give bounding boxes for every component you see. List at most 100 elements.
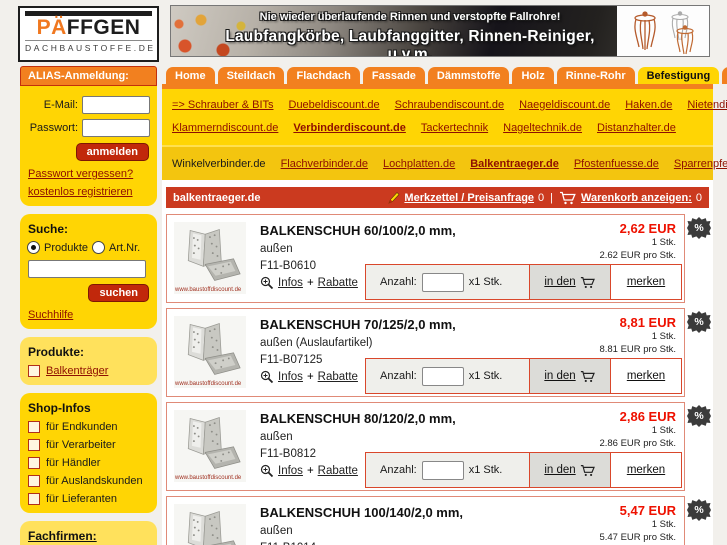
search-help-link[interactable]: Suchhilfe bbox=[28, 309, 149, 321]
forgot-password-link[interactable]: Passwort vergessen? bbox=[28, 168, 149, 180]
password-field[interactable] bbox=[82, 119, 150, 137]
password-label: Passwort: bbox=[29, 122, 78, 134]
sidebar-item-label[interactable]: für Endkunden bbox=[46, 421, 118, 433]
subnav-link-nageltechnik[interactable]: Nageltechnik.de bbox=[503, 122, 582, 134]
radio-artnr-label: Art.Nr. bbox=[109, 241, 141, 254]
warenkorb-link[interactable]: Warenkorb anzeigen: bbox=[581, 192, 692, 204]
subnav-link-schraubendiscount[interactable]: Schraubendiscount.de bbox=[395, 99, 504, 111]
search-input[interactable] bbox=[28, 260, 146, 278]
tab-flachdach[interactable]: Flachdach bbox=[287, 67, 360, 84]
cart-icon bbox=[580, 370, 595, 382]
sidebar-item-label[interactable]: Balkenträger bbox=[46, 365, 108, 377]
sidebar-item-label[interactable]: für Auslandskunden bbox=[46, 475, 143, 487]
logo-text-dark: FFGEN bbox=[66, 16, 141, 39]
rabatte-link[interactable]: Rabatte bbox=[318, 465, 358, 477]
subnav-link-duebeldiscount[interactable]: Duebeldiscount.de bbox=[289, 99, 380, 111]
tab-fassade[interactable]: Fassade bbox=[362, 67, 425, 84]
site-logo[interactable]: PÄFFGEN DACHBAUSTOFFE.DE bbox=[18, 6, 159, 62]
cart-icon bbox=[580, 276, 595, 288]
product-price: 2,62 EUR bbox=[619, 221, 676, 236]
infos-link[interactable]: Infos bbox=[278, 465, 303, 477]
radio-produkte[interactable] bbox=[27, 241, 40, 254]
rabatte-link[interactable]: Rabatte bbox=[318, 371, 358, 383]
add-to-cart-button[interactable]: in den bbox=[529, 359, 611, 393]
add-to-cart-button[interactable]: in den bbox=[529, 265, 611, 299]
product-sku: F11-B1014 bbox=[260, 540, 463, 545]
product-image[interactable]: www.baustoffdiscount.de bbox=[174, 504, 246, 545]
subnav-link-sparrenpfettenanker[interactable]: Sparrenpfettenanker.de bbox=[674, 158, 727, 170]
merken-link[interactable]: merken bbox=[627, 464, 665, 476]
discount-percent-badge[interactable]: % bbox=[687, 405, 711, 427]
product-image[interactable]: www.baustoffdiscount.de bbox=[174, 410, 246, 482]
quantity-input[interactable] bbox=[421, 272, 464, 292]
sidebar-item-label[interactable]: für Lieferanten bbox=[46, 493, 117, 505]
infos-link[interactable]: Infos bbox=[278, 277, 303, 289]
discount-percent-badge[interactable]: % bbox=[687, 499, 711, 521]
add-to-cart-button[interactable]: in den bbox=[529, 453, 611, 487]
tab-befestigung[interactable]: Befestigung bbox=[637, 67, 720, 84]
merkzettel-link[interactable]: Merkzettel / Preisanfrage bbox=[404, 192, 534, 204]
subnav-link-naegeldiscount[interactable]: Naegeldiscount.de bbox=[519, 99, 610, 111]
subnav-link-winkelverbinder[interactable]: Winkelverbinder.de bbox=[172, 158, 266, 170]
subnav-link-flachverbinder[interactable]: Flachverbinder.de bbox=[281, 158, 368, 170]
discount-percent-badge[interactable]: % bbox=[687, 311, 711, 333]
tab-daemmstoffe[interactable]: Dämmstoffe bbox=[427, 67, 510, 84]
subnav-link-distanzhalter[interactable]: Distanzhalter.de bbox=[597, 122, 676, 134]
checkbox-icon bbox=[28, 457, 40, 469]
product-subtitle: außen bbox=[260, 242, 293, 255]
tab-sonstiges[interactable]: Sonstiges bbox=[722, 67, 727, 84]
sidebar-item-label[interactable]: für Händler bbox=[46, 457, 100, 469]
subnav-link-pfostenfuesse[interactable]: Pfostenfuesse.de bbox=[574, 158, 659, 170]
tab-steildach[interactable]: Steildach bbox=[217, 67, 285, 84]
sidebar-item-lieferanten[interactable]: für Lieferanten bbox=[28, 493, 149, 505]
subnav-link-tackertechnik[interactable]: Tackertechnik bbox=[421, 122, 488, 134]
quantity-input[interactable] bbox=[421, 460, 464, 480]
sidebar-item-endkunden[interactable]: für Endkunden bbox=[28, 421, 149, 433]
leaf-basket-icon bbox=[634, 11, 694, 55]
product-image[interactable]: www.baustoffdiscount.de bbox=[174, 222, 246, 294]
subnav-link-haken[interactable]: Haken.de bbox=[625, 99, 672, 111]
promo-banner[interactable]: Nie wieder überlaufende Rinnen und verst… bbox=[170, 5, 710, 57]
sidebar-item-label[interactable]: für Verarbeiter bbox=[46, 439, 116, 451]
add-to-cart-label[interactable]: in den bbox=[544, 464, 575, 476]
rabatte-link[interactable]: Rabatte bbox=[318, 277, 358, 289]
radio-artnr[interactable] bbox=[92, 241, 106, 254]
product-image[interactable]: www.baustoffdiscount.de bbox=[174, 316, 246, 388]
sidebar-item-balkentraeger[interactable]: Balkenträger bbox=[28, 365, 149, 377]
search-button[interactable]: suchen bbox=[88, 284, 149, 302]
discount-percent-badge[interactable]: % bbox=[687, 217, 711, 239]
product-price: 8,81 EUR bbox=[619, 315, 676, 330]
infos-link[interactable]: Infos bbox=[278, 371, 303, 383]
tab-holz[interactable]: Holz bbox=[512, 67, 554, 84]
tab-rinne-rohr[interactable]: Rinne-Rohr bbox=[556, 67, 635, 84]
sidebar-item-auslandskunden[interactable]: für Auslandskunden bbox=[28, 475, 149, 487]
products-panel-title: Produkte: bbox=[28, 345, 85, 359]
sidebar-item-haendler[interactable]: für Händler bbox=[28, 457, 149, 469]
product-subtitle: außen (Auslaufartikel) bbox=[260, 336, 373, 349]
subnav-link-balkentraeger[interactable]: Balkentraeger.de bbox=[470, 158, 559, 170]
quantity-label: Anzahl: bbox=[380, 464, 417, 476]
plus-text: + bbox=[306, 371, 314, 383]
merken-link[interactable]: merken bbox=[627, 370, 665, 382]
subnav-link-nietendiscount[interactable]: Nietendiscount.de bbox=[687, 99, 727, 111]
image-watermark: www.baustoffdiscount.de bbox=[175, 475, 242, 481]
subnav-link-verbinderdiscount[interactable]: Verbinderdiscount.de bbox=[293, 122, 405, 134]
email-field[interactable] bbox=[82, 96, 150, 114]
image-watermark: www.baustoffdiscount.de bbox=[175, 381, 242, 387]
subnav-link-klammerndiscount[interactable]: Klammerndiscount.de bbox=[172, 122, 278, 134]
sidebar-item-verarbeiter[interactable]: für Verarbeiter bbox=[28, 439, 149, 451]
merken-link[interactable]: merken bbox=[627, 276, 665, 288]
subnav-link-lochplatten[interactable]: Lochplatten.de bbox=[383, 158, 455, 170]
add-to-cart-label[interactable]: in den bbox=[544, 276, 575, 288]
add-to-cart-label[interactable]: in den bbox=[544, 370, 575, 382]
subnav: => Schrauber & BITs Duebeldiscount.de Schr… bbox=[162, 89, 727, 145]
login-button[interactable]: anmelden bbox=[75, 143, 149, 161]
product-price: 2,86 EUR bbox=[619, 409, 676, 424]
subnav-link-schrauber-bits[interactable]: => Schrauber & BITs bbox=[172, 99, 274, 111]
tab-home[interactable]: Home bbox=[166, 67, 215, 84]
quantity-input[interactable] bbox=[421, 366, 464, 386]
register-link[interactable]: kostenlos registrieren bbox=[28, 186, 149, 198]
quantity-label: Anzahl: bbox=[380, 370, 417, 382]
search-panel-title: Suche: bbox=[28, 222, 69, 236]
banner-line1: Nie wieder überlaufende Rinnen und verst… bbox=[259, 11, 561, 23]
